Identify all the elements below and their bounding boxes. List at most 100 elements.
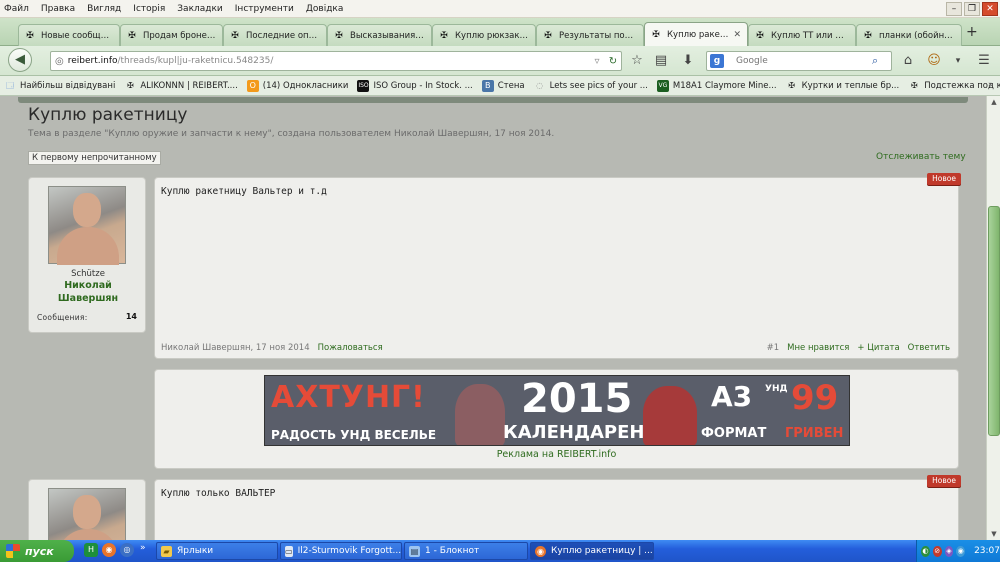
quicklaunch-h-icon[interactable]: H [84,543,98,557]
menu-icon[interactable]: ☰ [974,51,994,71]
banner-calendar: КАЛЕНДАРЕН [503,422,645,443]
tab-4[interactable]: ✠ Высказывания ф... [327,24,432,46]
back-button[interactable]: ◀ [8,48,32,72]
clipboard-icon[interactable]: ▤ [651,51,671,71]
bookmark-label: Lets see pics of your ... [549,80,648,91]
start-button[interactable]: пуск [0,540,74,562]
bookmark-label: (14) Однокласники [262,80,349,91]
menu-history[interactable]: Історія [133,4,165,14]
dropdown-arrow-icon[interactable]: ▿ [589,56,605,67]
watch-thread-link[interactable]: Отслеживать тему [876,152,966,162]
iron-cross-icon: ✠ [910,80,918,90]
quote-link[interactable]: + Цитата [857,343,899,353]
tab-title: Куплю ракет... [667,29,730,40]
banner-format: ФОРМАТ [701,426,767,441]
maximize-button[interactable]: ❐ [964,2,980,16]
scroll-thumb[interactable] [988,206,1000,436]
tray-app-icon[interactable]: ◈ [944,545,954,557]
task-firefox[interactable]: ◉ Куплю ракетницу | ... [530,542,654,560]
bookmark-lining[interactable]: ✠Подстежка под курт... [908,80,1000,92]
tray-shield-icon[interactable]: ◐ [921,545,930,557]
search-input[interactable] [736,56,866,66]
task-il2[interactable]: ▭ Il2-Sturmovik Forgott... [280,542,402,560]
menu-bar: Файл Правка Вигляд Історія Закладки Інст… [0,0,1000,18]
menu-file[interactable]: Файл [4,4,29,14]
notepad-icon: ▤ [409,545,420,557]
menu-tools[interactable]: Інструменти [235,4,294,14]
minimize-button[interactable]: – [946,2,962,16]
report-link[interactable]: Пожаловаться [318,343,383,353]
bookmark-odnoklassniki[interactable]: О (14) Однокласники [246,79,349,92]
google-icon[interactable]: g [710,54,724,68]
post-actions: #1 Мне нравится + Цитата Ответить [767,343,950,353]
bookmark-label: Найбільш відвідувані [20,80,116,91]
new-tab-button[interactable]: + [966,24,978,40]
bookmarks-overflow-icon[interactable]: » [988,80,994,90]
post-text: Куплю ракетницу Вальтер и т.д [161,186,327,197]
task-shortcuts[interactable]: ▰ Ярлыки [156,542,278,560]
tab-5[interactable]: ✠ Куплю рюкзак ... [432,24,536,46]
close-window-button[interactable]: ✕ [982,2,998,16]
scroll-down-icon[interactable]: ▼ [988,528,1000,540]
tab-title: Куплю рюкзак ... [455,30,529,41]
bookmark-alikonnn[interactable]: ✠ ALIKONNN | REIBERT.... [124,80,238,92]
bookmarks-bar: 🗔 Найбільш відвідувані ✠ ALIKONNN | REIBER… [0,76,1000,96]
task-label: 1 - Блокнот [425,546,480,556]
tab-7-active[interactable]: ✠ Куплю ракет... ✕ [644,22,748,46]
reload-icon[interactable]: ↻ [605,56,621,67]
home-icon[interactable]: ⌂ [898,51,918,71]
first-unread-button[interactable]: К первому непрочитанному [28,151,161,165]
bookmark-iso-group[interactable]: ISO ISO Group - In Stock. ... [357,79,473,92]
menu-bookmarks[interactable]: Закладки [177,4,223,14]
folder-icon: 🗔 [5,80,15,90]
messages-label: Сообщения: [37,313,88,322]
quicklaunch-overflow-icon[interactable]: » [140,543,146,553]
tray-network-icon[interactable]: ◉ [956,545,966,557]
bookmark-most-visited[interactable]: 🗔 Найбільш відвідувані [4,80,116,92]
scroll-up-icon[interactable]: ▲ [988,96,1000,108]
search-bar[interactable]: g ⌕ [706,51,892,71]
bookmark-lets-see[interactable]: ◌ Lets see pics of your ... [534,80,648,92]
tray-stop-icon[interactable]: ⊘ [932,545,942,557]
tab-6[interactable]: ✠ Результаты пои... [536,24,644,46]
vertical-scrollbar[interactable]: ▲ ▼ [986,96,1000,540]
tab-title: Продам бронежи... [143,30,216,41]
url-domain: reibert.info [67,56,118,66]
iron-cross-icon: ✠ [440,30,448,41]
url-bar[interactable]: ◎ reibert.info/threads/kupl|ju-raketnicu… [50,51,622,71]
banner-subline: РАДОСТЬ УНД ВЕСЕЛЬЕ [271,428,437,442]
dropdown-arrow-icon[interactable]: ▾ [948,51,968,71]
bookmark-claymore[interactable]: VG M18A1 Claymore Mine... [656,79,777,92]
reply-link[interactable]: Ответить [908,343,950,353]
bookmark-jackets[interactable]: ✠ Куртки и теплые бр... [786,80,899,92]
ad-banner[interactable]: АХТУНГ! РАДОСТЬ УНД ВЕСЕЛЬЕ 2015 КАЛЕНДА… [264,375,850,446]
task-notepad[interactable]: ▤ 1 - Блокнот [404,542,528,560]
tab-9[interactable]: ✠ планки (обойны)... [856,24,962,46]
tab-2[interactable]: ✠ Продам бронежи... [120,24,223,46]
bookmark-star-icon[interactable]: ☆ [627,51,647,71]
post-author-date[interactable]: Николай Шавершян, 17 ноя 2014 [161,343,310,353]
iron-cross-icon: ✠ [26,30,34,41]
username-last[interactable]: Шавершян [29,292,147,305]
iron-cross-icon: ✠ [126,80,134,90]
tab-1[interactable]: ✠ Новые сообщен... [18,24,120,46]
window-icon: ▭ [285,545,293,557]
close-tab-icon[interactable]: ✕ [733,30,741,40]
bookmark-stena[interactable]: В Стена [481,79,525,92]
download-icon[interactable]: ⬇ [678,51,698,71]
firefox-icon[interactable]: ◉ [102,543,116,557]
like-link[interactable]: Мне нравится [787,343,849,353]
search-icon[interactable]: ⌕ [872,54,878,68]
tab-3[interactable]: ✠ Последние опов... [223,24,327,46]
tab-8[interactable]: ✠ Куплю ТТ или Н... [748,24,856,46]
menu-edit[interactable]: Правка [41,4,75,14]
ad-link[interactable]: Реклама на REIBERT.info [154,449,959,460]
post-number[interactable]: #1 [767,343,780,353]
url-text[interactable]: reibert.info/threads/kupl|ju-raketnicu.5… [68,56,589,66]
addon-face-icon[interactable]: ☺ [924,51,944,71]
username-first[interactable]: Николай [29,279,147,292]
menu-help[interactable]: Довідка [306,4,344,14]
globe-icon[interactable]: ◎ [120,543,134,557]
menu-view[interactable]: Вигляд [87,4,121,14]
avatar[interactable] [48,186,126,265]
